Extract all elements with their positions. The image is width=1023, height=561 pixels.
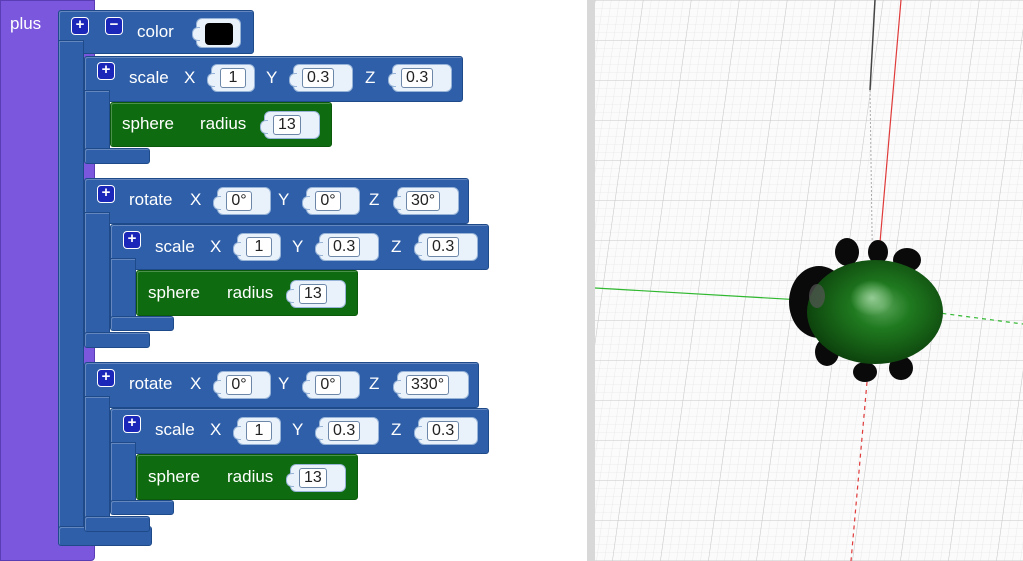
rotate-2-y-field[interactable]: 0° — [315, 191, 341, 211]
rotate-2-x-socket: 0° — [213, 187, 271, 215]
rotate-2-y-label: Y — [278, 190, 290, 209]
sphere-3-radius-label: radius — [227, 467, 274, 486]
scale-3-z-socket: 0.3 — [414, 417, 478, 445]
scale-1-x-label: X — [184, 68, 196, 87]
rotate-2-x-field[interactable]: 0° — [226, 191, 252, 211]
scale-2-x-field[interactable]: 1 — [246, 237, 272, 257]
sphere-2-radius-label: radius — [227, 283, 274, 302]
scale-3-y-socket: 0.3 — [315, 417, 379, 445]
3d-viewport[interactable] — [595, 0, 1023, 561]
scale-2-y-field[interactable]: 0.3 — [328, 237, 361, 257]
rotate-3-x-socket: 0° — [213, 371, 271, 399]
rotate-2-label: rotate — [129, 190, 173, 209]
scale-1-z-socket: 0.3 — [388, 64, 452, 92]
color-block-spine — [58, 40, 84, 546]
scale-3-y-label: Y — [292, 420, 304, 439]
scale-3-y-field[interactable]: 0.3 — [328, 421, 361, 441]
color-label: color — [137, 22, 174, 41]
rotate-3-add-button[interactable]: + — [97, 369, 115, 387]
rotate-2-z-field[interactable]: 30° — [406, 191, 441, 211]
sphere-3-radius-socket: 13 — [286, 464, 346, 492]
scale-1-z-label: Z — [365, 68, 376, 87]
rotate-3-label: rotate — [129, 374, 173, 393]
scale-1-y-label: Y — [266, 68, 278, 87]
rotate-3-z-label: Z — [369, 374, 380, 393]
scale-2-z-label: Z — [391, 237, 402, 256]
color-swatch[interactable] — [205, 23, 233, 45]
rotate-3-x-label: X — [190, 374, 202, 393]
rotate-3-z-socket: 330° — [393, 371, 469, 399]
scale-1-label: scale — [129, 68, 169, 87]
rotate-2-add-button[interactable]: + — [97, 185, 115, 203]
sphere-2-radius-field[interactable]: 13 — [299, 284, 327, 304]
scale-3-x-label: X — [210, 420, 222, 439]
scale-1-x-socket: 1 — [207, 64, 255, 92]
scale-3-z-field[interactable]: 0.3 — [427, 421, 460, 441]
sphere-2-label: sphere — [148, 283, 200, 302]
scale-2-z-socket: 0.3 — [414, 233, 478, 261]
sphere-1-radius-label: radius — [200, 114, 247, 133]
scale-2-z-field[interactable]: 0.3 — [427, 237, 460, 257]
rotate-block-3-footer — [84, 516, 150, 532]
block-workspace[interactable]: plus + − color + scale X 1 Y 0.3 Z 0.3 s… — [0, 0, 587, 561]
scale-2-x-socket: 1 — [233, 233, 281, 261]
sphere-1-radius-field[interactable]: 13 — [273, 115, 301, 135]
rotate-2-y-socket: 0° — [302, 187, 360, 215]
scale-1-z-field[interactable]: 0.3 — [401, 68, 434, 88]
scale-2-add-button[interactable]: + — [123, 231, 141, 249]
rotate-3-y-socket: 0° — [302, 371, 360, 399]
sphere-1-label: sphere — [122, 114, 174, 133]
rotate-3-z-field[interactable]: 330° — [406, 375, 450, 395]
rotate-3-y-label: Y — [278, 374, 290, 393]
remove-item-button[interactable]: − — [105, 17, 123, 35]
scale-1-add-button[interactable]: + — [97, 62, 115, 80]
sphere-2-radius-socket: 13 — [286, 280, 346, 308]
scale-3-z-label: Z — [391, 420, 402, 439]
3d-scene — [595, 0, 1023, 561]
plus-label: plus — [10, 14, 42, 33]
rotate-block-3-spine — [84, 396, 110, 532]
scale-2-y-label: Y — [292, 237, 304, 256]
rotate-2-z-socket: 30° — [393, 187, 459, 215]
rotate-2-x-label: X — [190, 190, 202, 209]
rotate-3-y-field[interactable]: 0° — [315, 375, 341, 395]
sphere-1-radius-socket: 13 — [260, 111, 320, 139]
scale-1-x-field[interactable]: 1 — [220, 68, 246, 88]
scale-3-label: scale — [155, 420, 195, 439]
scale-3-add-button[interactable]: + — [123, 415, 141, 433]
scale-2-label: scale — [155, 237, 195, 256]
scale-block-2-footer — [110, 316, 174, 331]
scale-3-x-field[interactable]: 1 — [246, 421, 272, 441]
add-item-button[interactable]: + — [71, 17, 89, 35]
scale-2-y-socket: 0.3 — [315, 233, 379, 261]
scale-3-x-socket: 1 — [233, 417, 281, 445]
panel-divider[interactable] — [587, 0, 595, 561]
rotate-block-2-spine — [84, 212, 110, 348]
sphere-3-radius-field[interactable]: 13 — [299, 468, 327, 488]
rotate-2-z-label: Z — [369, 190, 380, 209]
scale-1-y-socket: 0.3 — [289, 64, 353, 92]
sphere-3-label: sphere — [148, 467, 200, 486]
scale-1-y-field[interactable]: 0.3 — [302, 68, 335, 88]
color-socket — [192, 18, 241, 48]
rotate-3-x-field[interactable]: 0° — [226, 375, 252, 395]
rotate-block-2-footer — [84, 332, 150, 348]
scale-2-x-label: X — [210, 237, 222, 256]
scale-block-3-footer — [110, 500, 174, 515]
scale-block-1-footer — [84, 148, 150, 164]
